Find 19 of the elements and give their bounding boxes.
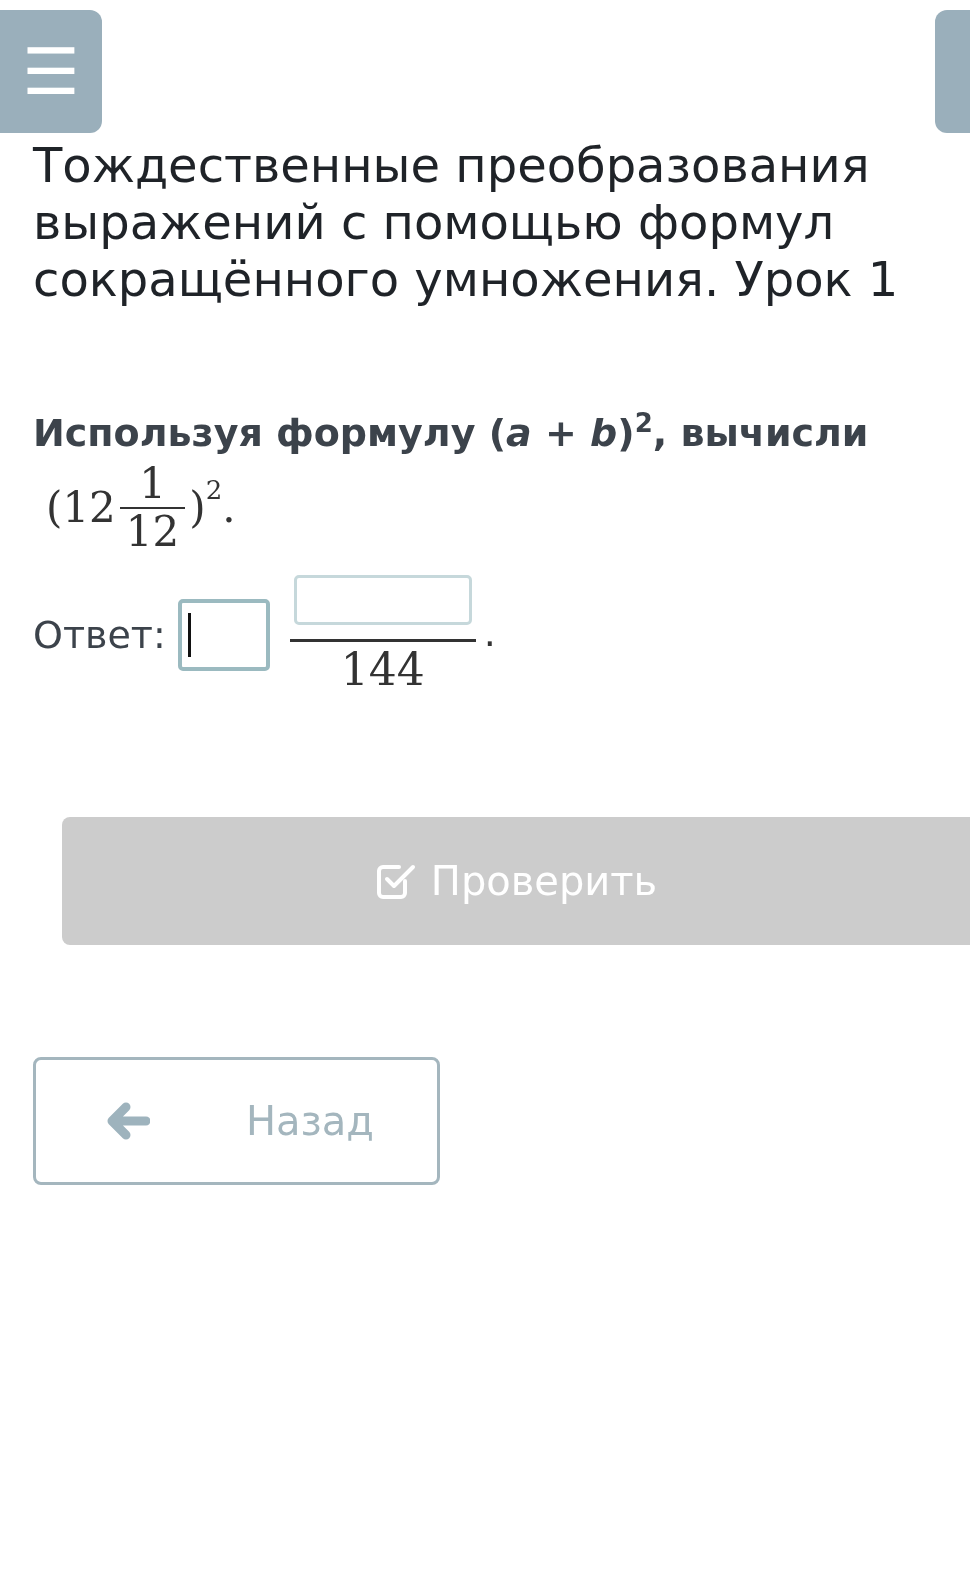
- answer-label: Ответ:: [33, 613, 166, 658]
- period: .: [222, 486, 236, 529]
- text-cursor: [187, 613, 191, 658]
- numerator: 1: [138, 460, 167, 507]
- arrow-left-icon: [106, 1102, 150, 1141]
- paren: (: [46, 486, 63, 529]
- question-text: Используя формулу (a + b)$^{2}$, вычисли: [33, 408, 870, 455]
- back-button[interactable]: Назад: [33, 1057, 440, 1186]
- lesson-title: Тождественные преобразования выражений с помощью формул сокращённого умножения. Урок 1: [33, 137, 900, 308]
- denominator: 12: [119, 506, 186, 556]
- side-tab[interactable]: [935, 10, 970, 133]
- denominator: 144: [289, 639, 476, 696]
- period: .: [483, 611, 496, 656]
- whole-number: 12: [62, 486, 116, 529]
- exponent: 2: [205, 474, 223, 505]
- menu-button[interactable]: ☰: [0, 10, 102, 133]
- whole-part-field[interactable]: [177, 599, 270, 672]
- paren: ): [189, 486, 206, 529]
- numerator-field[interactable]: [293, 575, 472, 626]
